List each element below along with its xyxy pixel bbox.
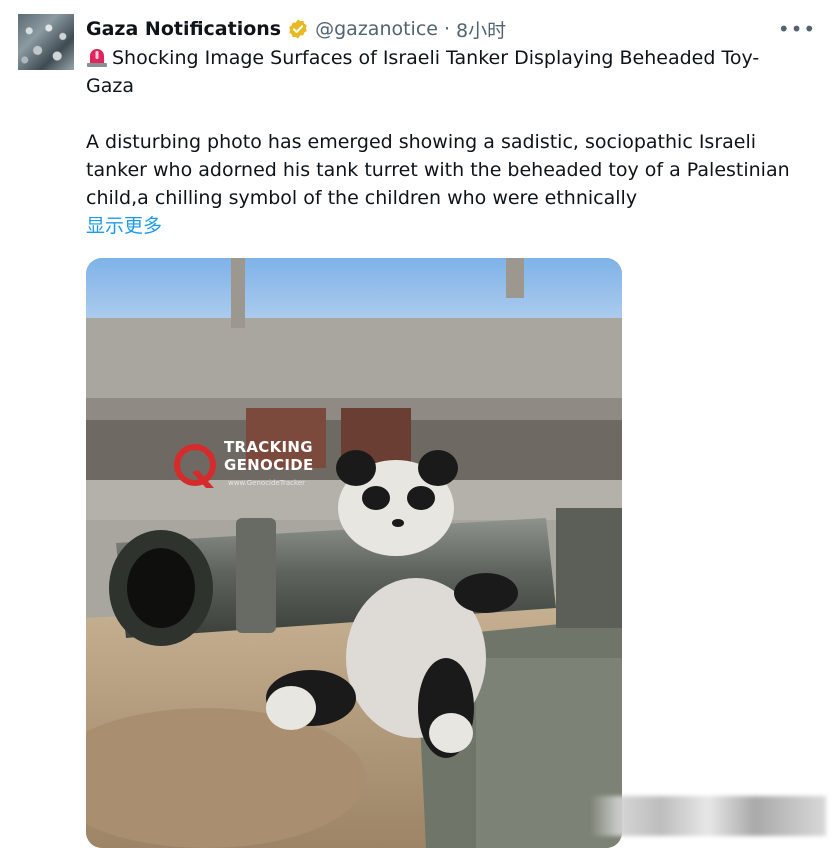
tracking-genocide-logo-icon — [174, 444, 216, 488]
tank-panda-photo — [86, 258, 622, 848]
siren-emoji-icon — [87, 49, 107, 67]
post-title: Shocking Image Surfaces of Israeli Tanke… — [86, 44, 806, 100]
watermark-sub: www.GenocideTracker — [228, 479, 306, 487]
more-options-icon[interactable]: ••• — [778, 14, 815, 44]
watermark: TRACKING GENOCIDE www.GenocideTracker — [170, 438, 314, 492]
author-name[interactable]: Gaza Notifications — [86, 18, 281, 40]
post-header: Gaza Notifications @gazanotice · 8小时 — [86, 14, 812, 44]
post-image[interactable] — [86, 258, 622, 848]
blurred-watermark — [590, 796, 826, 836]
post-title-text: Shocking Image Surfaces of Israeli Tanke… — [86, 47, 760, 97]
avatar[interactable] — [18, 14, 74, 70]
show-more-link[interactable]: 显示更多 — [86, 212, 162, 240]
watermark-line2: GENOCIDE — [224, 456, 314, 474]
watermark-line1: TRACKING — [224, 438, 313, 456]
post-body: A disturbing photo has emerged showing a… — [86, 131, 790, 209]
author-handle[interactable]: @gazanotice — [315, 18, 438, 40]
post-time[interactable]: 8小时 — [456, 16, 506, 43]
separator-dot: · — [443, 18, 451, 40]
verified-badge-icon — [289, 19, 307, 39]
